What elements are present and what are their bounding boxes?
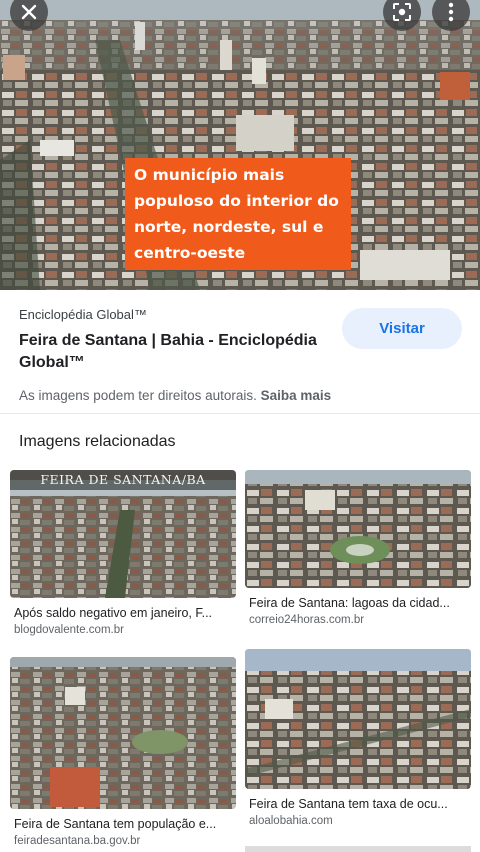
related-domain: blogdovalente.com.br — [14, 624, 124, 636]
more-vertical-icon — [448, 2, 454, 22]
related-domain: correio24horas.com.br — [249, 614, 365, 626]
related-images-heading: Imagens relacionadas — [19, 433, 176, 450]
related-thumbnail[interactable] — [245, 470, 471, 588]
related-thumbnail[interactable] — [10, 657, 236, 809]
lens-icon — [393, 3, 411, 21]
related-caption: Feira de Santana tem população e... — [14, 817, 217, 831]
hero-caption: O município mais populoso do interior do… — [125, 158, 351, 270]
thumbnail-banner: FEIRA DE SANTANA/BA — [10, 470, 236, 490]
hero-image[interactable]: O município mais populoso do interior do… — [0, 0, 480, 290]
related-image-card[interactable]: FEIRA DE SANTANA/BA Após saldo negativo … — [10, 470, 236, 640]
section-divider — [0, 413, 480, 414]
city-photo-thumbnail — [10, 657, 236, 809]
city-photo-thumbnail — [245, 470, 471, 588]
related-caption: Feira de Santana tem taxa de ocu... — [249, 797, 448, 811]
learn-more-link[interactable]: Saiba mais — [261, 388, 332, 403]
related-domain: feiradesantana.ba.gov.br — [14, 835, 141, 847]
related-image-card[interactable]: Feira de Santana: lagoas da cidad... cor… — [245, 470, 471, 630]
source-name[interactable]: Enciclopédia Global™ — [19, 307, 147, 322]
related-thumbnail[interactable] — [245, 649, 471, 789]
source-info-panel: Enciclopédia Global™ Feira de Santana | … — [0, 290, 480, 420]
related-thumbnail[interactable]: FEIRA DE SANTANA/BA — [10, 470, 236, 598]
visit-button[interactable]: Visitar — [342, 308, 462, 349]
close-icon — [21, 4, 37, 20]
related-caption: Após saldo negativo em janeiro, F... — [14, 606, 213, 620]
page-title[interactable]: Feira de Santana | Bahia - Enciclopédia … — [19, 330, 329, 374]
rights-text: As imagens podem ter direitos autorais. — [19, 388, 257, 403]
city-photo-thumbnail — [245, 649, 471, 789]
next-card-edge — [245, 846, 471, 852]
related-image-card[interactable]: Feira de Santana tem taxa de ocu... aloa… — [245, 649, 471, 834]
related-domain: aloalobahia.com — [249, 815, 333, 827]
related-image-card[interactable]: Feira de Santana tem população e... feir… — [10, 657, 236, 852]
copyright-notice: As imagens podem ter direitos autorais. … — [19, 388, 331, 403]
related-caption: Feira de Santana: lagoas da cidad... — [249, 596, 450, 610]
